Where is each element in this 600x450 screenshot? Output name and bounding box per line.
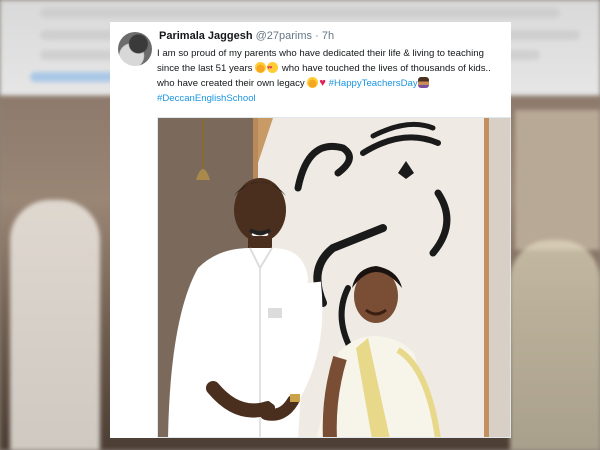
- hashtag-deccan-english-school[interactable]: #DeccanEnglishSchool: [157, 93, 256, 104]
- photo-illustration: [158, 118, 510, 437]
- smiling-face-icon: [255, 62, 267, 73]
- separator-dot: ·: [315, 30, 319, 42]
- tweet-line: since the last 51 years who have touched…: [157, 61, 507, 76]
- tweet-text: I am so proud of my parents who have ded…: [157, 46, 507, 106]
- tweet-line: who have created their own legacy ♥ #Hap…: [157, 76, 507, 91]
- hashtag-happy-teachers-day[interactable]: #HappyTeachersDay: [329, 78, 418, 89]
- tweet-header: Parimala Jaggesh @27parims · 7h: [159, 30, 334, 42]
- heart-eyes-icon: [267, 61, 279, 76]
- avatar[interactable]: [118, 32, 152, 66]
- tweet-card: Parimala Jaggesh @27parims · 7h I am so …: [110, 22, 511, 438]
- tweet-timestamp[interactable]: 7h: [322, 30, 334, 42]
- tweet-photo[interactable]: [157, 117, 511, 438]
- red-heart-icon: ♥: [319, 77, 326, 89]
- user-handle[interactable]: @27parims: [256, 30, 312, 42]
- tweet-line: I am so proud of my parents who have ded…: [157, 48, 484, 59]
- smiling-face-icon: [307, 77, 319, 88]
- teacher-icon: [417, 77, 429, 88]
- tweet-line: #DeccanEnglishSchool: [157, 91, 507, 106]
- display-name[interactable]: Parimala Jaggesh: [159, 30, 253, 42]
